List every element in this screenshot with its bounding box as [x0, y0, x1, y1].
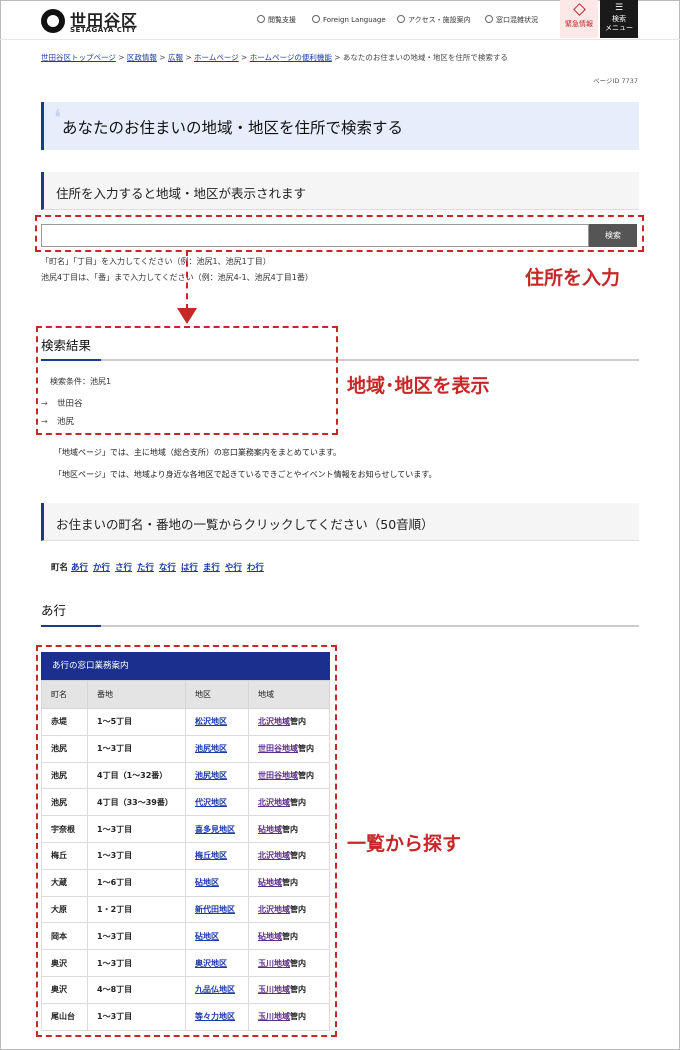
section-title-a: あ行 [41, 603, 67, 618]
search-heading: 住所を入力すると地域・地区が表示されます [41, 172, 639, 210]
breadcrumb-link-top[interactable]: 世田谷区トップページ [41, 53, 116, 62]
breadcrumb-link-homepage[interactable]: ホームページ [194, 53, 239, 62]
kana-link-na[interactable]: な行 [159, 563, 176, 573]
note-region: 「地域ページ」では、主に地域（総合支所）の窓口業務案内をまとめています。 [54, 448, 342, 457]
arrow-down-icon [177, 308, 197, 324]
city-logo-icon[interactable] [41, 9, 65, 33]
note-district: 「地区ページ」では、地域より身近な各地区で起きているできごとやイベント情報をお知… [54, 470, 437, 479]
breadcrumb-link-kouhou[interactable]: 広報 [168, 53, 183, 62]
list-heading: お住まいの町名・番地の一覧からクリックしてください（50音順） [41, 503, 639, 541]
page-id: ページID 7737 [593, 77, 638, 85]
section-divider [41, 625, 639, 627]
nav-accessibility[interactable]: 閲覧支援 [257, 15, 296, 25]
globe-icon [312, 15, 320, 23]
search-hint-2: 池尻4丁目は、「番」まで入力してください（例：池尻4-1、池尻4丁目1番） [41, 273, 313, 282]
arrow-line [186, 250, 188, 310]
search-hint-1: 「町名」「丁目」を入力してください（例：池尻1、池尻1丁目） [41, 257, 271, 266]
kana-link-ya[interactable]: や行 [225, 563, 242, 573]
logo-subtext: SETAGAYA CITY [70, 26, 137, 34]
kana-link-ka[interactable]: か行 [93, 563, 110, 573]
nav-foreign-language[interactable]: Foreign Language [312, 15, 386, 24]
breadcrumb: 世田谷区トップページ > 区政情報 > 広報 > ホームページ > ホームページ… [41, 53, 508, 62]
page-title-box: ❛ あなたのお住まいの地域・地区を住所で検索する [41, 102, 639, 150]
annotation-result: 地域･地区を表示 [347, 375, 490, 397]
breadcrumb-link-features[interactable]: ホームページの便利機能 [250, 53, 332, 62]
highlight-table [36, 645, 337, 1037]
kana-link-sa[interactable]: さ行 [115, 563, 132, 573]
breadcrumb-current: あなたのお住まいの地域・地区を住所で検索する [342, 53, 508, 62]
kana-nav: 町名 あ行 か行 さ行 た行 な行 は行 ま行 や行 わ行 [51, 563, 264, 573]
people-icon [485, 15, 493, 23]
emergency-button[interactable]: 緊急情報 [560, 0, 598, 38]
kana-link-ma[interactable]: ま行 [203, 563, 220, 573]
kana-link-wa[interactable]: わ行 [247, 563, 264, 573]
highlight-input [35, 215, 644, 252]
nav-congestion[interactable]: 窓口混雑状況 [485, 15, 538, 25]
kana-link-ha[interactable]: は行 [181, 563, 198, 573]
alert-icon [572, 3, 586, 16]
page-title: あなたのお住まいの地域・地区を住所で検索する [62, 119, 404, 137]
menu-search-icon: ☰ [614, 3, 624, 13]
quote-icon: ❛ [54, 106, 62, 131]
annotation-input: 住所を入力 [525, 267, 621, 289]
kana-link-a[interactable]: あ行 [71, 563, 88, 573]
annotation-list: 一覧から探す [347, 833, 462, 855]
breadcrumb-link-kusei[interactable]: 区政情報 [127, 53, 157, 62]
kana-link-ta[interactable]: た行 [137, 563, 154, 573]
site-header: 世田谷区 SETAGAYA CITY 閲覧支援 Foreign Language… [0, 0, 680, 40]
highlight-results [36, 326, 338, 435]
gear-icon [257, 15, 265, 23]
map-pin-icon [397, 15, 405, 23]
nav-access[interactable]: アクセス・施設案内 [397, 15, 471, 25]
search-menu-button[interactable]: ☰ 検索 メニュー [600, 0, 638, 38]
